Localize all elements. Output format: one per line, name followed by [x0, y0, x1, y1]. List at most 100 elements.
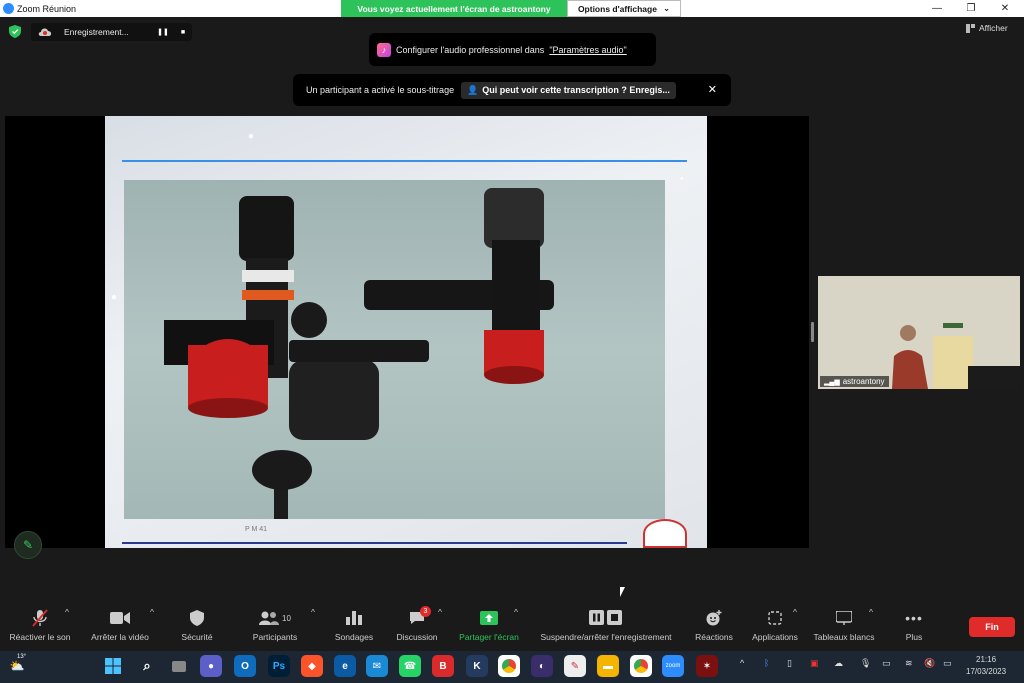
system-clock[interactable]: 21:16 17/03/2023	[966, 654, 1006, 678]
whiteboards-options-caret[interactable]: ^	[869, 607, 873, 617]
mail-bird-icon: ✉	[372, 660, 382, 672]
taskbar-search[interactable]: ⌕	[136, 655, 158, 677]
audio-options-caret[interactable]: ^	[65, 607, 69, 617]
participant-video[interactable]: ▂▄▆ astroantony	[818, 276, 1020, 389]
more-button[interactable]: ••• Plus	[902, 607, 926, 642]
b-app-icon: B	[439, 660, 447, 672]
transcript-visibility-button[interactable]: 👤 Qui peut voir cette transcription ? En…	[461, 81, 676, 99]
whiteboards-button[interactable]: Tableaux blancs	[812, 607, 876, 642]
polls-button[interactable]: Sondages	[334, 607, 374, 642]
share-options-caret[interactable]: ^	[514, 607, 518, 617]
wifi-icon[interactable]: ≋	[905, 658, 913, 669]
photoshop-icon: Ps	[272, 660, 286, 672]
brave-browser-app[interactable]: ◆	[301, 655, 323, 677]
chat-options-caret[interactable]: ^	[438, 607, 442, 617]
volume-muted-icon[interactable]: 🔇	[924, 658, 935, 669]
window-title: Zoom Réunion	[17, 3, 77, 14]
astro-app[interactable]: ✶	[696, 655, 718, 677]
encryption-shield-icon[interactable]	[9, 25, 21, 38]
whatsapp-app[interactable]: ☎	[399, 655, 421, 677]
recording-indicator: Enregistrement... ❚❚ ■	[31, 23, 192, 41]
zoom-taskbar-app[interactable]: zoom	[662, 655, 684, 677]
share-screen-button[interactable]: Partager l'écran	[456, 607, 522, 642]
minimize-button[interactable]: —	[920, 0, 954, 17]
task-view-button[interactable]	[168, 655, 190, 677]
battery-icon[interactable]: ▭	[943, 658, 952, 669]
b-app[interactable]: B	[432, 655, 454, 677]
resize-handle[interactable]	[811, 322, 814, 342]
edge-browser-app[interactable]: e	[334, 655, 356, 677]
more-label: Plus	[905, 632, 923, 642]
view-options-button[interactable]: Options d'affichage ⌄	[567, 0, 681, 17]
bluetooth-icon[interactable]: ᛒ	[764, 658, 769, 668]
microphone-tray-icon[interactable]: 🎙	[860, 658, 871, 669]
slide-bottom-rule	[122, 542, 627, 544]
more-icon: •••	[905, 610, 923, 626]
show-button[interactable]: Afficher	[966, 23, 1008, 33]
security-tray-icon[interactable]: ▣	[810, 658, 819, 669]
participant-count: 10	[282, 613, 291, 623]
gallery-view-icon	[966, 23, 975, 33]
usb-icon[interactable]: ▯	[787, 658, 792, 669]
pause-stop-recording-label: Suspendre/arrêter l'enregistrement	[540, 632, 672, 642]
onedrive-icon[interactable]: ☁	[834, 658, 843, 669]
outlook-app[interactable]: O	[234, 655, 256, 677]
mic-muted-icon	[32, 609, 48, 627]
file-explorer-app[interactable]: ▬	[597, 655, 619, 677]
zoom-app-icon	[3, 3, 14, 14]
show-label: Afficher	[979, 23, 1008, 33]
planet-icon: ◐	[538, 660, 546, 672]
outlook-icon: O	[241, 660, 249, 672]
audio-settings-link[interactable]: "Paramètres audio"	[549, 45, 626, 55]
apps-label: Applications	[752, 632, 798, 642]
pause-stop-recording-button[interactable]: Suspendre/arrêter l'enregistrement	[534, 607, 678, 642]
shared-slide: ● ● ● P M 41	[105, 116, 707, 548]
stop-video-button[interactable]: Arrêter la vidéo	[88, 607, 152, 642]
close-notification-button[interactable]: ✕	[708, 83, 717, 96]
start-button[interactable]	[102, 655, 124, 677]
telescope-photo	[124, 180, 665, 519]
photoshop-app[interactable]: Ps	[268, 655, 290, 677]
mouse-cursor	[620, 587, 625, 597]
unmute-button[interactable]: Réactiver le son	[8, 607, 72, 642]
show-hidden-icons-button[interactable]: ^	[740, 658, 744, 668]
view-options-label: Options d'affichage	[577, 3, 657, 14]
chrome-app[interactable]	[498, 655, 520, 677]
chat-unread-badge: 3	[420, 606, 431, 617]
stop-recording-button[interactable]: ■	[176, 26, 190, 38]
star-decoration: ●	[248, 131, 255, 142]
poll-icon	[346, 611, 362, 625]
participants-options-caret[interactable]: ^	[311, 607, 315, 617]
audio-settings-notification: ♪ Configurer l'audio professionnel dans …	[369, 33, 656, 66]
chrome-profile-app[interactable]	[630, 655, 652, 677]
participants-icon	[259, 611, 280, 625]
stellarium-app[interactable]: ◐	[531, 655, 553, 677]
security-button[interactable]: Sécurité	[180, 607, 214, 642]
apps-options-caret[interactable]: ^	[793, 607, 797, 617]
teams-app[interactable]: ●	[200, 655, 222, 677]
pause-recording-button[interactable]: ❚❚	[156, 26, 170, 38]
reactions-icon	[706, 610, 722, 626]
video-options-caret[interactable]: ^	[150, 607, 154, 617]
end-meeting-button[interactable]: Fin	[969, 617, 1015, 637]
transcript-visibility-label: Qui peut voir cette transcription ? Enre…	[482, 85, 670, 95]
clock-time: 21:16	[976, 655, 997, 664]
thunderbird-app[interactable]: ✉	[366, 655, 388, 677]
reactions-button[interactable]: Réactions	[694, 607, 734, 642]
participants-button[interactable]: 10 Participants	[251, 607, 299, 642]
k-app-icon: K	[473, 660, 481, 672]
k-app[interactable]: K	[466, 655, 488, 677]
participant-video-frame	[818, 276, 1020, 389]
whiteboards-label: Tableaux blancs	[813, 632, 875, 642]
search-icon: ⌕	[143, 658, 151, 673]
notes-app[interactable]: ✎	[564, 655, 586, 677]
astro-app-icon: ✶	[702, 660, 712, 672]
task-view-icon	[172, 660, 186, 672]
chrome-icon	[502, 659, 516, 673]
close-window-button[interactable]: ✕	[988, 0, 1022, 17]
display-tray-icon[interactable]: ▭	[882, 658, 891, 669]
restore-button[interactable]: ❐	[954, 0, 988, 17]
shield-icon	[190, 610, 204, 626]
chat-button[interactable]: 3 Discussion	[396, 606, 438, 642]
annotate-pencil-button[interactable]: ✎	[14, 531, 42, 559]
